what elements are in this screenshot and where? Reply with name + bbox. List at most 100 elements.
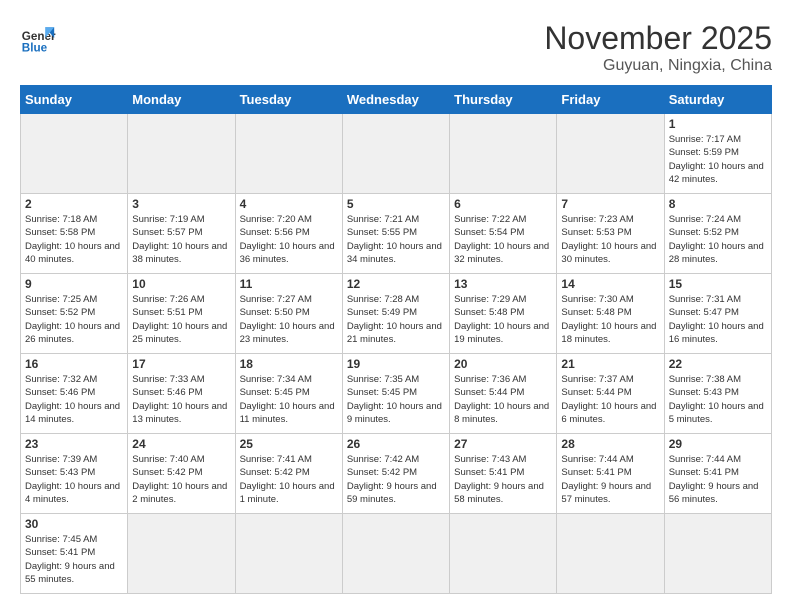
calendar-cell-w4d1: 24Sunrise: 7:40 AM Sunset: 5:42 PM Dayli…: [128, 434, 235, 514]
calendar-cell-w0d5: [557, 114, 664, 194]
day-info: Sunrise: 7:44 AM Sunset: 5:41 PM Dayligh…: [669, 453, 767, 506]
day-info: Sunrise: 7:24 AM Sunset: 5:52 PM Dayligh…: [669, 213, 767, 266]
calendar-cell-w4d0: 23 Sunrise: 7:39 AM Sunset: 5:43 PM Dayli…: [21, 434, 128, 514]
calendar-cell-w0d1: [128, 114, 235, 194]
day-info: Sunrise: 7:22 AM Sunset: 5:54 PM Dayligh…: [454, 213, 552, 266]
day-number: 27: [454, 437, 552, 451]
calendar-cell-w1d3: 5 Sunrise: 7:21 AM Sunset: 5:55 PM Daylig…: [342, 194, 449, 274]
calendar-cell-w5d1: [128, 514, 235, 594]
calendar-header-thursday: Thursday: [450, 86, 557, 114]
day-number: 5: [347, 197, 445, 211]
calendar-cell-w5d0: 30 Sunrise: 7:45 AM Sunset: 5:41 PM Dayli…: [21, 514, 128, 594]
day-info: Sunrise: 7:23 AM Sunset: 5:53 PM Dayligh…: [561, 213, 659, 266]
day-info: Sunrise: 7:28 AM Sunset: 5:49 PM Dayligh…: [347, 293, 445, 346]
calendar-cell-w0d6: 1 Sunrise: 7:17 AM Sunset: 5:59 PM Daylig…: [664, 114, 771, 194]
calendar-cell-w3d4: 20Sunrise: 7:36 AM Sunset: 5:44 PM Dayli…: [450, 354, 557, 434]
calendar-cell-w1d1: 3 Sunrise: 7:19 AM Sunset: 5:57 PM Daylig…: [128, 194, 235, 274]
day-info: Sunrise: 7:33 AM Sunset: 5:46 PM Dayligh…: [132, 373, 230, 426]
day-info: Sunrise: 7:30 AM Sunset: 5:48 PM Dayligh…: [561, 293, 659, 346]
day-info: Sunrise: 7:40 AM Sunset: 5:42 PM Dayligh…: [132, 453, 230, 506]
calendar-cell-w3d3: 19Sunrise: 7:35 AM Sunset: 5:45 PM Dayli…: [342, 354, 449, 434]
day-number: 16: [25, 357, 123, 371]
day-info: Sunrise: 7:17 AM Sunset: 5:59 PM Dayligh…: [669, 133, 767, 186]
day-number: 9: [25, 277, 123, 291]
day-info: Sunrise: 7:38 AM Sunset: 5:43 PM Dayligh…: [669, 373, 767, 426]
calendar-week-row-0: 1 Sunrise: 7:17 AM Sunset: 5:59 PM Daylig…: [21, 114, 772, 194]
day-info: Sunrise: 7:21 AM Sunset: 5:55 PM Dayligh…: [347, 213, 445, 266]
day-number: 23: [25, 437, 123, 451]
calendar-cell-w1d2: 4 Sunrise: 7:20 AM Sunset: 5:56 PM Daylig…: [235, 194, 342, 274]
calendar-cell-w0d0: [21, 114, 128, 194]
day-number: 26: [347, 437, 445, 451]
day-number: 15: [669, 277, 767, 291]
day-number: 7: [561, 197, 659, 211]
calendar-cell-w3d6: 22Sunrise: 7:38 AM Sunset: 5:43 PM Dayli…: [664, 354, 771, 434]
calendar-cell-w5d2: [235, 514, 342, 594]
day-info: Sunrise: 7:26 AM Sunset: 5:51 PM Dayligh…: [132, 293, 230, 346]
day-info: Sunrise: 7:18 AM Sunset: 5:58 PM Dayligh…: [25, 213, 123, 266]
calendar-cell-w4d3: 26Sunrise: 7:42 AM Sunset: 5:42 PM Dayli…: [342, 434, 449, 514]
calendar-week-row-3: 16 Sunrise: 7:32 AM Sunset: 5:46 PM Dayli…: [21, 354, 772, 434]
day-number: 21: [561, 357, 659, 371]
day-number: 17: [132, 357, 230, 371]
month-title: November 2025: [544, 20, 772, 57]
day-info: Sunrise: 7:39 AM Sunset: 5:43 PM Dayligh…: [25, 453, 123, 506]
day-info: Sunrise: 7:45 AM Sunset: 5:41 PM Dayligh…: [25, 533, 123, 586]
calendar-cell-w2d5: 14 Sunrise: 7:30 AM Sunset: 5:48 PM Dayli…: [557, 274, 664, 354]
day-number: 1: [669, 117, 767, 131]
day-info: Sunrise: 7:44 AM Sunset: 5:41 PM Dayligh…: [561, 453, 659, 506]
calendar-cell-w3d1: 17 Sunrise: 7:33 AM Sunset: 5:46 PM Dayli…: [128, 354, 235, 434]
day-info: Sunrise: 7:25 AM Sunset: 5:52 PM Dayligh…: [25, 293, 123, 346]
calendar-week-row-5: 30 Sunrise: 7:45 AM Sunset: 5:41 PM Dayli…: [21, 514, 772, 594]
calendar-table: SundayMondayTuesdayWednesdayThursdayFrid…: [20, 85, 772, 594]
calendar-cell-w5d5: [557, 514, 664, 594]
day-number: 29: [669, 437, 767, 451]
day-info: Sunrise: 7:27 AM Sunset: 5:50 PM Dayligh…: [240, 293, 338, 346]
day-number: 14: [561, 277, 659, 291]
calendar-cell-w2d1: 10 Sunrise: 7:26 AM Sunset: 5:51 PM Dayli…: [128, 274, 235, 354]
calendar-cell-w4d6: 29 Sunrise: 7:44 AM Sunset: 5:41 PM Dayli…: [664, 434, 771, 514]
day-number: 6: [454, 197, 552, 211]
day-info: Sunrise: 7:43 AM Sunset: 5:41 PM Dayligh…: [454, 453, 552, 506]
day-number: 25: [240, 437, 338, 451]
day-number: 11: [240, 277, 338, 291]
calendar-header-tuesday: Tuesday: [235, 86, 342, 114]
day-info: Sunrise: 7:20 AM Sunset: 5:56 PM Dayligh…: [240, 213, 338, 266]
calendar-week-row-4: 23 Sunrise: 7:39 AM Sunset: 5:43 PM Dayli…: [21, 434, 772, 514]
day-number: 18: [240, 357, 338, 371]
day-number: 4: [240, 197, 338, 211]
title-area: November 2025 Guyuan, Ningxia, China: [544, 20, 772, 75]
day-number: 30: [25, 517, 123, 531]
calendar-cell-w2d3: 12 Sunrise: 7:28 AM Sunset: 5:49 PM Dayli…: [342, 274, 449, 354]
calendar-cell-w4d4: 27 Sunrise: 7:43 AM Sunset: 5:41 PM Dayli…: [450, 434, 557, 514]
day-info: Sunrise: 7:34 AM Sunset: 5:45 PM Dayligh…: [240, 373, 338, 426]
calendar-cell-w4d5: 28 Sunrise: 7:44 AM Sunset: 5:41 PM Dayli…: [557, 434, 664, 514]
calendar-cell-w1d5: 7 Sunrise: 7:23 AM Sunset: 5:53 PM Daylig…: [557, 194, 664, 274]
day-number: 3: [132, 197, 230, 211]
calendar-cell-w5d6: [664, 514, 771, 594]
calendar-cell-w2d6: 15Sunrise: 7:31 AM Sunset: 5:47 PM Dayli…: [664, 274, 771, 354]
day-number: 2: [25, 197, 123, 211]
calendar-cell-w3d0: 16 Sunrise: 7:32 AM Sunset: 5:46 PM Dayli…: [21, 354, 128, 434]
day-number: 28: [561, 437, 659, 451]
calendar-header-friday: Friday: [557, 86, 664, 114]
day-number: 13: [454, 277, 552, 291]
day-info: Sunrise: 7:36 AM Sunset: 5:44 PM Dayligh…: [454, 373, 552, 426]
day-info: Sunrise: 7:32 AM Sunset: 5:46 PM Dayligh…: [25, 373, 123, 426]
generalblue-logo-icon: General Blue: [20, 20, 56, 56]
day-number: 8: [669, 197, 767, 211]
calendar-week-row-2: 9 Sunrise: 7:25 AM Sunset: 5:52 PM Daylig…: [21, 274, 772, 354]
calendar-cell-w3d2: 18 Sunrise: 7:34 AM Sunset: 5:45 PM Dayli…: [235, 354, 342, 434]
svg-text:Blue: Blue: [22, 42, 48, 55]
calendar-cell-w3d5: 21 Sunrise: 7:37 AM Sunset: 5:44 PM Dayli…: [557, 354, 664, 434]
day-info: Sunrise: 7:19 AM Sunset: 5:57 PM Dayligh…: [132, 213, 230, 266]
day-info: Sunrise: 7:41 AM Sunset: 5:42 PM Dayligh…: [240, 453, 338, 506]
day-number: 10: [132, 277, 230, 291]
day-info: Sunrise: 7:37 AM Sunset: 5:44 PM Dayligh…: [561, 373, 659, 426]
header-area: General Blue November 2025 Guyuan, Ningx…: [20, 20, 772, 75]
calendar-cell-w4d2: 25 Sunrise: 7:41 AM Sunset: 5:42 PM Dayli…: [235, 434, 342, 514]
day-info: Sunrise: 7:35 AM Sunset: 5:45 PM Dayligh…: [347, 373, 445, 426]
day-info: Sunrise: 7:29 AM Sunset: 5:48 PM Dayligh…: [454, 293, 552, 346]
location-title: Guyuan, Ningxia, China: [544, 57, 772, 75]
day-number: 12: [347, 277, 445, 291]
